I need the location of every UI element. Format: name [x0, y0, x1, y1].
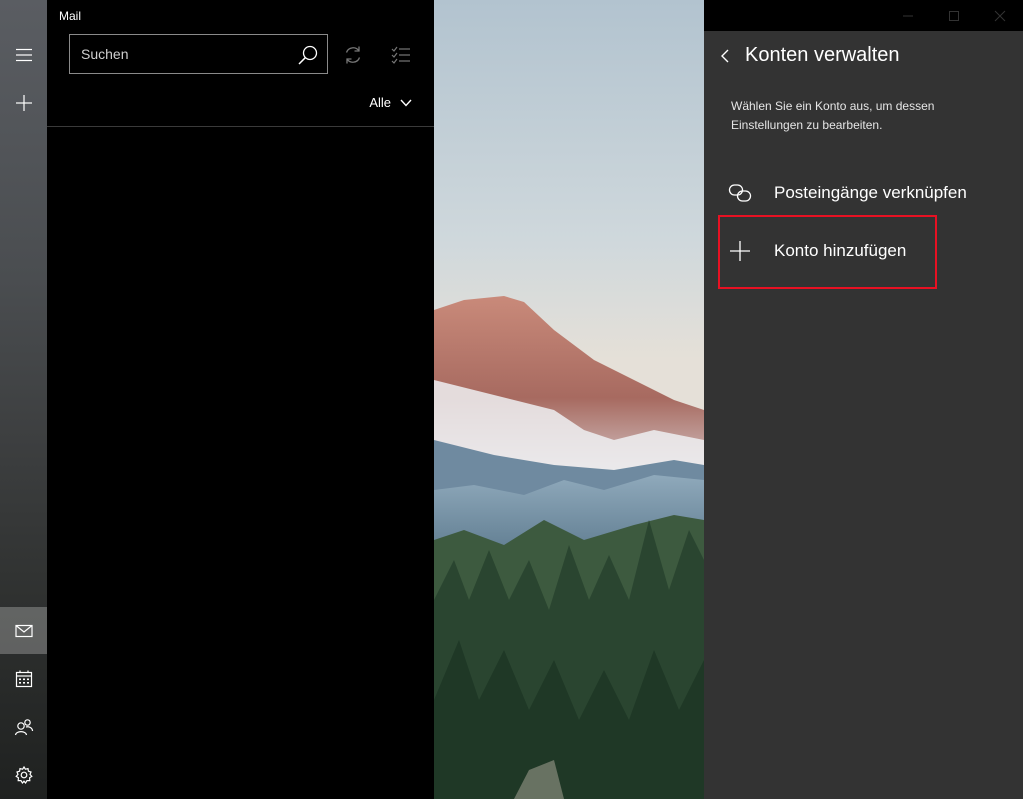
minimize-icon	[903, 15, 913, 16]
settings-icon	[14, 765, 33, 784]
minimize-button[interactable]	[885, 0, 931, 31]
sync-icon[interactable]	[342, 44, 364, 66]
hamburger-button[interactable]	[0, 31, 47, 78]
chevron-down-icon	[400, 99, 412, 107]
search-box	[69, 34, 328, 74]
maximize-button[interactable]	[931, 0, 977, 31]
nav-rail	[0, 0, 47, 799]
app-title: Mail	[59, 9, 82, 23]
filter-label: Alle	[369, 95, 391, 110]
maximize-icon	[949, 10, 959, 21]
list-divider	[47, 126, 434, 127]
close-button[interactable]	[977, 0, 1023, 31]
link-icon	[720, 181, 760, 205]
settings-button[interactable]	[0, 751, 47, 798]
back-arrow-icon[interactable]	[716, 47, 734, 65]
search-input[interactable]	[70, 35, 290, 73]
link-inboxes-item[interactable]: Posteingänge verknüpfen	[720, 167, 967, 219]
select-mode-icon[interactable]	[390, 44, 412, 66]
background-landscape-image	[434, 0, 704, 799]
mail-icon	[14, 624, 33, 637]
link-inboxes-label: Posteingänge verknüpfen	[774, 183, 967, 202]
people-icon	[14, 718, 33, 735]
manage-accounts-flyout: Konten verwalten Wählen Sie ein Konto au…	[704, 31, 1023, 799]
close-icon	[994, 10, 1006, 21]
search-icon[interactable]	[297, 44, 319, 66]
flyout-description: Wählen Sie ein Konto aus, um dessen Eins…	[731, 99, 935, 132]
new-mail-button[interactable]	[0, 79, 47, 126]
hamburger-icon	[15, 48, 32, 61]
people-nav-button[interactable]	[0, 703, 47, 750]
calendar-nav-button[interactable]	[0, 655, 47, 702]
mail-list-pane: Mail Alle	[47, 0, 434, 799]
filter-dropdown[interactable]: Alle	[369, 95, 412, 110]
compose-icon	[15, 94, 32, 111]
calendar-icon	[15, 670, 32, 687]
flyout-title: Konten verwalten	[745, 44, 900, 66]
highlight-box	[718, 215, 937, 289]
mail-nav-button[interactable]	[0, 607, 47, 654]
